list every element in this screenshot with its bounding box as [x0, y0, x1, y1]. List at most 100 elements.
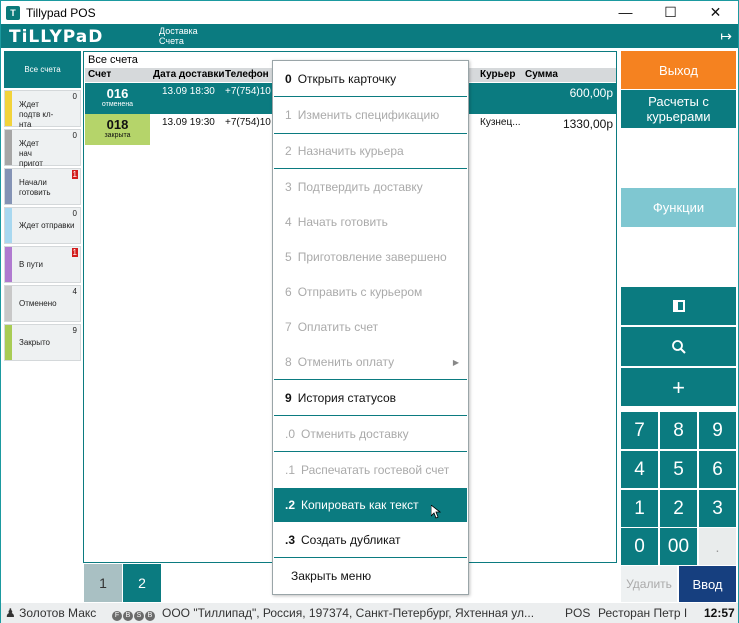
mouse-cursor-icon [431, 505, 441, 519]
maximize-button[interactable]: ☐ [648, 1, 693, 23]
menu-separator [274, 379, 467, 380]
numpad-key-3[interactable]: 3 [699, 490, 736, 527]
status-color-strip [5, 91, 12, 126]
app-icon: T [6, 5, 20, 20]
status-color-strip [5, 130, 12, 165]
search-button[interactable] [621, 327, 736, 366]
sidebar-item-label: Закрыто [19, 338, 51, 347]
menu-item-label: Распечатать гостевой счет [301, 463, 450, 477]
menu-item-label: Оплатить счет [297, 320, 379, 334]
menu-item-edit-spec[interactable]: 1 Изменить спецификацию [274, 98, 467, 132]
menu-item-close-menu[interactable]: Закрыть меню [274, 559, 467, 593]
numpad-key-00[interactable]: 00 [660, 528, 697, 565]
sidebar-item-cooking[interactable]: Начали готовить 1 [4, 168, 81, 205]
sidebar-item-label: Отменено [19, 299, 57, 308]
logout-icon[interactable]: ↦ [720, 28, 732, 45]
menu-item-assign-courier[interactable]: 2 Назначить курьера [274, 134, 467, 168]
column-header-courier[interactable]: Курьер [480, 69, 515, 80]
account-cell: 018 закрыта [85, 114, 150, 145]
menu-item-open-card[interactable]: 0 Открыть карточку [274, 62, 467, 96]
menu-item-pay-bill[interactable]: 7 Оплатить счет [274, 310, 467, 344]
status-color-strip [5, 286, 12, 321]
context-menu: 0 Открыть карточку 1 Изменить спецификацию… [272, 60, 469, 595]
numpad-key-1[interactable]: 1 [621, 490, 658, 527]
exit-button[interactable]: Выход [621, 51, 736, 89]
sidebar-item-cancelled[interactable]: Отменено 4 [4, 285, 81, 322]
sidebar-item-wait-confirm[interactable]: Ждет подтв кл-нта 0 [4, 90, 81, 129]
numpad-key-6[interactable]: 6 [699, 451, 736, 488]
enter-button[interactable]: Ввод [679, 566, 736, 602]
status-count: 0 [72, 131, 77, 140]
menu-item-start-cooking[interactable]: 4 Начать готовить [274, 205, 467, 239]
status-count: 0 [72, 209, 77, 218]
sidebar-item-label: Ждет подтв кл-нта [19, 100, 54, 129]
numpad-key-0[interactable]: 0 [621, 528, 658, 565]
sidebar-item-wait-dispatch[interactable]: Ждет отправки 0 [4, 207, 81, 244]
menu-item-copy-as-text[interactable]: .2 Копировать как текст [274, 488, 467, 522]
close-button[interactable]: ✕ [693, 1, 738, 23]
functions-button[interactable]: Функции [621, 188, 736, 227]
user-name: Золотов Макс [19, 606, 97, 620]
menu-item-shortcut: 0 [285, 72, 292, 86]
sidebar-item-label: Начали готовить [19, 178, 51, 197]
sidebar-item-on-way[interactable]: В пути 1 [4, 246, 81, 283]
place-label: Ресторан Петр I [598, 606, 688, 620]
status-count: 9 [72, 326, 77, 335]
app-window: T Tillypad POS — ☐ ✕ TiLLYPaD Доставка С… [0, 0, 739, 623]
menu-item-cooking-done[interactable]: 5 Приготовление завершено [274, 240, 467, 274]
page-button-2[interactable]: 2 [123, 564, 161, 602]
status-color-strip [5, 325, 12, 360]
menu-item-send-courier[interactable]: 6 Отправить с курьером [274, 275, 467, 309]
phone: +7(754)10 [225, 86, 271, 97]
couriers-payments-button[interactable]: Расчеты с курьерами [621, 90, 736, 128]
menu-item-shortcut: 1 [285, 108, 292, 122]
menu-item-create-duplicate[interactable]: .3 Создать дубликат [274, 523, 467, 557]
menu-item-print-guest-bill[interactable]: .1 Распечатать гостевой счет [274, 453, 467, 487]
status-color-strip [5, 247, 12, 282]
menu-separator [274, 451, 467, 452]
menu-item-cancel-payment[interactable]: 8 Отменить оплату ▶ [274, 345, 467, 379]
title-bar: T Tillypad POS — ☐ ✕ [1, 1, 738, 24]
menu-item-status-history[interactable]: 9 История статусов [274, 381, 467, 415]
numpad-key-4[interactable]: 4 [621, 451, 658, 488]
menu-item-confirm-delivery[interactable]: 3 Подтвердить доставку [274, 170, 467, 204]
column-header-sum[interactable]: Сумма [525, 69, 558, 80]
status-color-strip [5, 169, 12, 204]
page-button-1[interactable]: 1 [84, 564, 122, 602]
sidebar-item-closed[interactable]: Закрыто 9 [4, 324, 81, 361]
numpad-key-8[interactable]: 8 [660, 412, 697, 449]
menu-item-label: Начать готовить [297, 215, 388, 229]
book-button[interactable] [621, 287, 736, 325]
menu-item-label: Назначить курьера [297, 144, 404, 158]
status-color-strip [5, 208, 12, 243]
sidebar-item-all[interactable]: Все счета [4, 51, 81, 88]
sidebar-item-label: Ждет нач пригот [19, 139, 43, 168]
menu-item-shortcut: 9 [285, 391, 292, 405]
menu-item-shortcut: 5 [285, 250, 292, 264]
status-count-badge: 1 [71, 248, 78, 257]
numpad-key-7[interactable]: 7 [621, 412, 658, 449]
sidebar-item-label: Ждет отправки [19, 221, 75, 230]
sidebar-item-wait-cook[interactable]: Ждет нач пригот 0 [4, 129, 81, 168]
numpad-key-dot[interactable]: . [699, 528, 736, 565]
menu-item-cancel-delivery[interactable]: .0 Отменить доставку [274, 417, 467, 451]
status-count: 0 [72, 92, 77, 101]
numpad-key-2[interactable]: 2 [660, 490, 697, 527]
numpad-key-5[interactable]: 5 [660, 451, 697, 488]
add-button[interactable]: + [621, 368, 736, 406]
menu-item-shortcut: .2 [285, 498, 296, 512]
minimize-button[interactable]: — [603, 1, 648, 23]
account-cell: 016 отменена [85, 83, 150, 114]
menu-separator [274, 168, 467, 169]
numpad-key-9[interactable]: 9 [699, 412, 736, 449]
column-header-phone[interactable]: Телефон [225, 69, 269, 80]
courier: Кузнец... [480, 117, 521, 128]
sum: 1330,00р [562, 117, 613, 131]
menu-item-shortcut: 2 [285, 144, 292, 158]
column-header-account[interactable]: Счет [88, 69, 111, 80]
column-header-date[interactable]: Дата доставки [153, 69, 225, 80]
badge-b: B [123, 611, 133, 621]
menu-item-shortcut: 3 [285, 180, 292, 194]
menu-item-label: Изменить спецификацию [297, 108, 440, 122]
delete-button[interactable]: Удалить [621, 566, 677, 602]
